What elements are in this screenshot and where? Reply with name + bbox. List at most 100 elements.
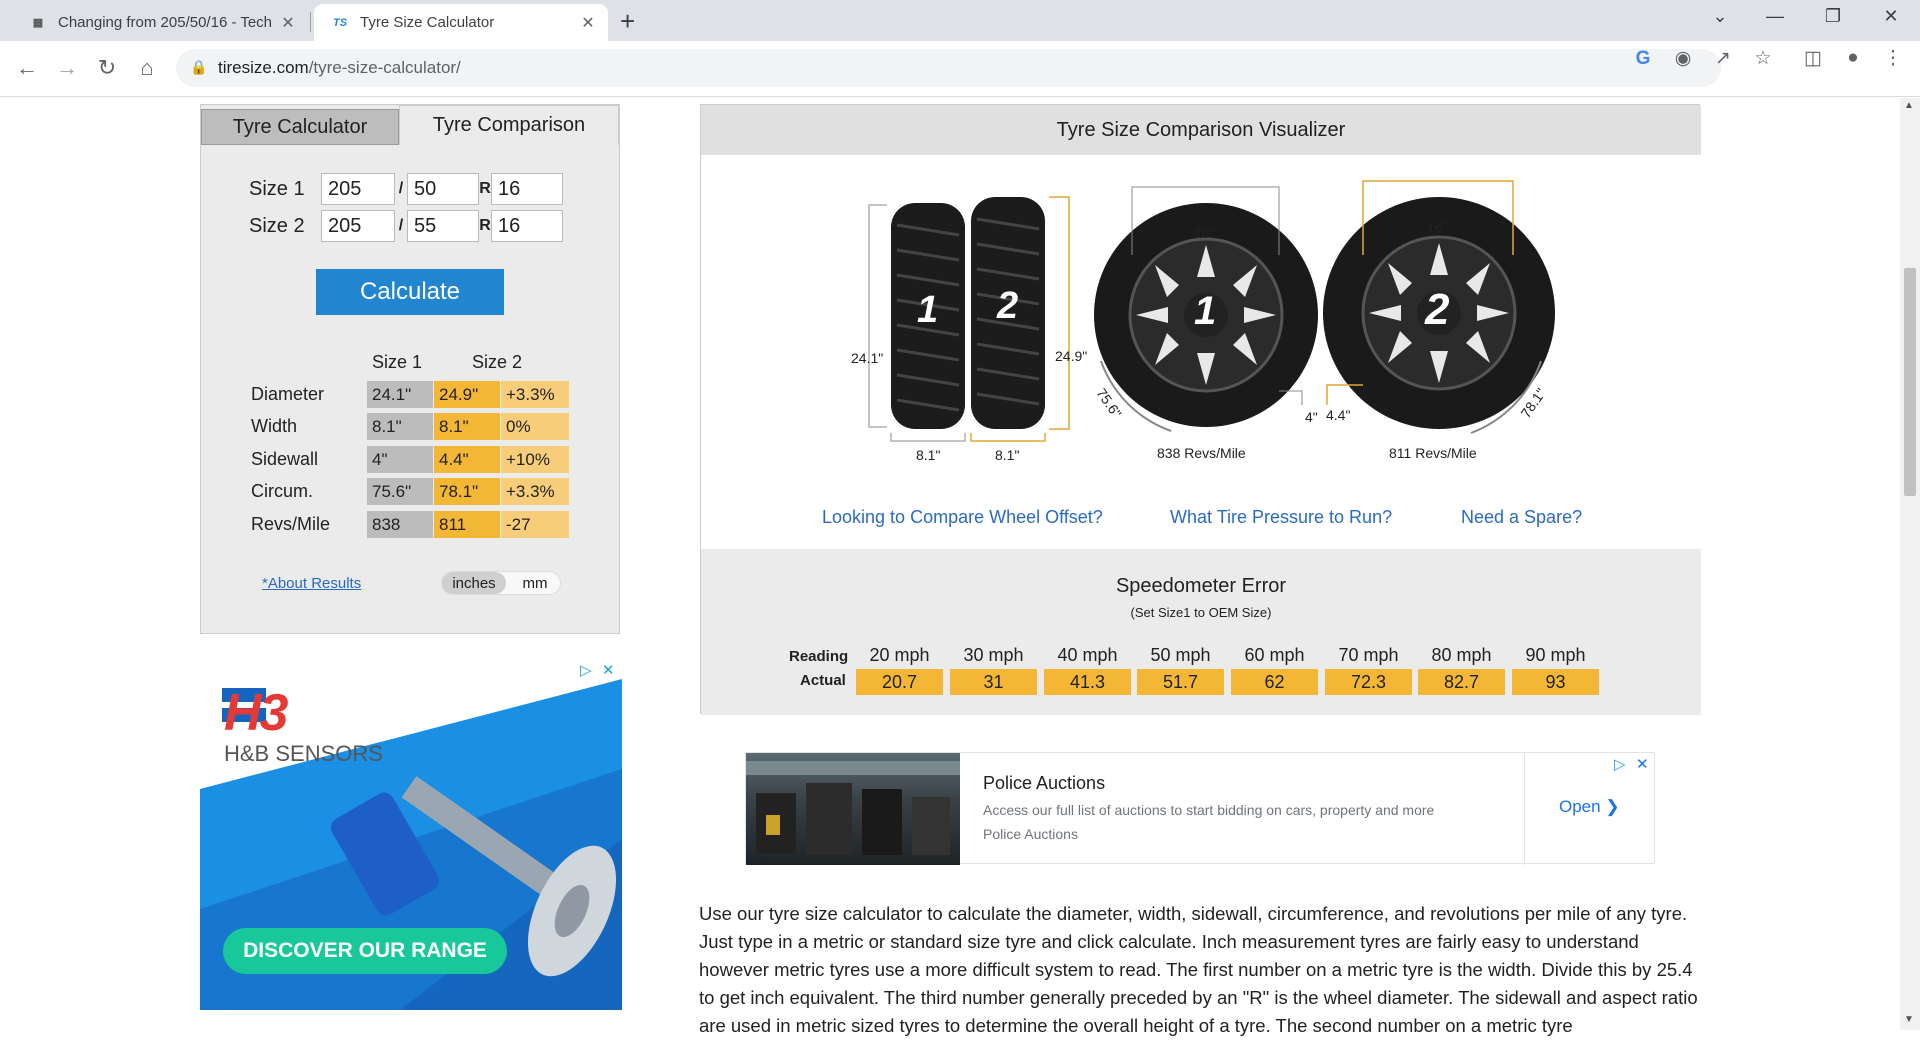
page-scrollbar[interactable]: ▲ ▼ (1900, 98, 1920, 1030)
adchoices-icon[interactable]: ▷ (1614, 755, 1626, 773)
police-auctions-ad[interactable]: Police Auctions Access our full list of … (745, 752, 1655, 865)
r-separator: R (479, 217, 491, 234)
actual-cell: 20.7 (856, 669, 943, 695)
result-size2: 24.9" (434, 381, 500, 408)
wheel-number-2: 2 (1425, 285, 1450, 334)
chevron-right-icon: ❯ (1605, 797, 1620, 816)
result-size2: 8.1" (434, 413, 500, 440)
tab-tyre-comparison[interactable]: Tyre Comparison (399, 105, 619, 145)
dim-diameter-1: 24.1" (851, 350, 884, 366)
address-bar[interactable]: 🔒 tiresize.com/tyre-size-calculator/ (176, 49, 1721, 87)
menu-kebab-icon[interactable]: ⋮ (1880, 47, 1906, 70)
results-col-size1: Size 1 (372, 352, 423, 372)
size2-aspect-input[interactable] (407, 210, 479, 242)
actual-cell: 62 (1231, 669, 1318, 695)
scroll-up-icon[interactable]: ▲ (1904, 100, 1914, 111)
browser-tab-active[interactable]: TS Tyre Size Calculator ✕ (314, 4, 608, 41)
size1-rim-input[interactable] (491, 173, 563, 205)
comparison-visualizer: Tyre Size Comparison Visualizer 24.1" 24… (700, 104, 1701, 715)
back-icon[interactable]: ← (12, 55, 42, 81)
unit-toggle[interactable]: inches mm (441, 571, 561, 595)
result-size2: 811 (434, 511, 500, 538)
url-text: tiresize.com/tyre-size-calculator/ (218, 58, 461, 77)
dim-rim-1: 16" (1194, 225, 1215, 241)
close-tab-icon[interactable]: ✕ (278, 13, 298, 33)
tab-search-icon[interactable]: ⌄ (1705, 6, 1735, 27)
reading-cell: 50 mph (1150, 645, 1211, 665)
about-results-link[interactable]: *About Results (262, 575, 361, 592)
bookmark-star-icon[interactable]: ☆ (1750, 47, 1776, 70)
wheel-number-1: 1 (1194, 289, 1217, 333)
home-icon[interactable]: ⌂ (132, 55, 162, 81)
result-diff: +3.3% (501, 381, 569, 408)
result-size1: 4" (367, 446, 433, 473)
size1-label: Size 1 (249, 177, 305, 200)
ad-open-button[interactable]: Open ❯ (1559, 797, 1620, 817)
size1-aspect-input[interactable] (407, 173, 479, 205)
browser-tab[interactable]: ▦ Changing from 205/50/16 - Tech ✕ (12, 4, 308, 41)
speedo-title: Speedometer Error (1115, 575, 1287, 597)
results-row: Circum. 75.6" 78.1" +3.3% (251, 478, 570, 505)
reading-cell: 80 mph (1431, 645, 1492, 665)
size1-row: Size 1 / R (249, 173, 563, 205)
scrollbar-thumb[interactable] (1904, 268, 1916, 496)
reading-cell: 30 mph (963, 645, 1024, 665)
sensor-ad[interactable]: H3 H&B SENSORS DISCOVER OUR RANGE ▷ ✕ (200, 659, 622, 1010)
auction-photo (746, 753, 960, 865)
google-icon[interactable]: G (1630, 48, 1656, 70)
ad-close-icon[interactable]: ✕ (602, 661, 615, 679)
result-diff: -27 (501, 511, 569, 538)
revs-label-1: 838 Revs/Mile (1157, 445, 1246, 461)
actual-label: Actual (800, 672, 846, 689)
reload-icon[interactable]: ↻ (92, 55, 122, 81)
result-label: Revs/Mile (251, 514, 331, 534)
slash-separator: / (398, 217, 404, 234)
scroll-down-icon[interactable]: ▼ (1904, 1014, 1914, 1025)
ad-source: Police Auctions (983, 826, 1078, 842)
tab-title: Changing from 205/50/16 - Tech (58, 14, 273, 31)
result-label: Diameter (251, 384, 325, 404)
results-col-size2: Size 2 (472, 352, 523, 372)
eye-off-icon[interactable]: ◉ (1670, 47, 1696, 70)
unit-mm-option[interactable]: mm (512, 572, 558, 594)
calculate-button[interactable]: Calculate (316, 269, 504, 315)
restore-icon[interactable]: ❐ (1818, 6, 1848, 27)
results-row: Width 8.1" 8.1" 0% (251, 413, 570, 440)
forward-icon[interactable]: → (52, 55, 82, 81)
ad-headline: Police Auctions (983, 773, 1106, 793)
dim-width-2: 8.1" (995, 447, 1020, 463)
size1-width-input[interactable] (321, 173, 395, 205)
actual-cell: 51.7 (1137, 669, 1224, 695)
result-label: Sidewall (251, 449, 319, 469)
profile-avatar-icon[interactable]: ● (1840, 47, 1866, 69)
tire-pressure-link[interactable]: What Tire Pressure to Run? (1170, 507, 1392, 528)
actual-cell: 31 (950, 669, 1037, 695)
visualizer-title: Tyre Size Comparison Visualizer (701, 105, 1701, 155)
spare-link[interactable]: Need a Spare? (1461, 507, 1582, 528)
discover-range-button[interactable]: DISCOVER OUR RANGE (223, 928, 507, 974)
r-separator: R (479, 180, 491, 197)
site-favicon-icon: ▦ (32, 17, 44, 29)
wheel-offset-link[interactable]: Looking to Compare Wheel Offset? (822, 507, 1103, 528)
ad-close-icon[interactable]: ✕ (1636, 755, 1649, 773)
side-panel-icon[interactable]: ◫ (1800, 47, 1826, 70)
results-row: Diameter 24.1" 24.9" +3.3% (251, 381, 570, 408)
size2-rim-input[interactable] (491, 210, 563, 242)
minimize-icon[interactable]: — (1760, 6, 1790, 27)
adchoices-icon[interactable]: ▷ (580, 661, 592, 679)
reading-label: Reading (789, 648, 849, 665)
close-tab-icon[interactable]: ✕ (578, 13, 598, 33)
close-window-icon[interactable]: ✕ (1876, 6, 1906, 27)
result-size1: 24.1" (367, 381, 433, 408)
result-size1: 838 (367, 511, 433, 538)
share-icon[interactable]: ↗ (1710, 47, 1736, 70)
new-tab-icon[interactable]: + (620, 6, 635, 37)
lock-icon: 🔒 (190, 59, 208, 75)
size2-width-input[interactable] (321, 210, 395, 242)
result-size2: 78.1" (434, 478, 500, 505)
tab-tyre-calculator[interactable]: Tyre Calculator (201, 109, 399, 145)
result-label: Width (251, 416, 298, 436)
result-diff: 0% (501, 413, 569, 440)
size2-label: Size 2 (249, 214, 305, 237)
unit-inches-option[interactable]: inches (442, 572, 506, 594)
